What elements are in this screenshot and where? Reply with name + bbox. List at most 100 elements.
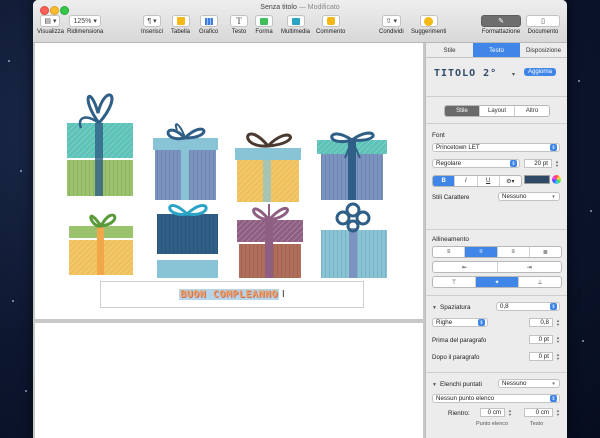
zoom-popup[interactable]: 125% ▾ Ridimensiona	[67, 15, 103, 35]
tips-button[interactable]: Suggerimenti	[411, 15, 446, 35]
typeface-value: Regolare	[436, 160, 462, 167]
font-size-field[interactable]: 20 pt	[524, 159, 552, 168]
align-top-icon[interactable]: ⊤	[433, 277, 476, 287]
align-left-icon[interactable]: ≡	[433, 247, 466, 257]
tab-text[interactable]: Testo	[473, 43, 520, 57]
text-indent-stepper[interactable]: ▲ ▼	[556, 408, 561, 417]
document-button[interactable]: ▯ Documento	[526, 15, 560, 35]
before-paragraph-field[interactable]: 0 pt	[529, 335, 553, 344]
tab-style[interactable]: Stile	[426, 43, 473, 57]
bullet-indent-stepper[interactable]: ▲ ▼	[508, 408, 513, 417]
text-subtabs-section: Stile Layout Altro	[426, 97, 567, 124]
comment-button[interactable]: Commento	[316, 15, 345, 35]
gift-box-5	[69, 213, 133, 275]
text-subtabs: Stile Layout Altro	[444, 105, 550, 117]
subtab-style[interactable]: Stile	[445, 106, 480, 116]
sidebar-icon: ▤ ▾	[40, 15, 61, 27]
align-bottom-icon[interactable]: ⊥	[519, 277, 561, 287]
bullets-value: Nessuno	[502, 380, 527, 387]
tips-label: Suggerimenti	[411, 29, 447, 35]
chevron-down-icon: ▾	[552, 193, 555, 200]
bullet-column-label: Punto elenco	[476, 421, 509, 427]
bullets-popup[interactable]: Nessuno ▾	[498, 379, 560, 388]
font-header: Font	[432, 132, 445, 139]
gift-boxes-illustration[interactable]	[65, 78, 395, 278]
next-page	[35, 323, 423, 438]
spacing-section: ▼ Spaziatura 0,8 ⇕ Righe ⇕ 0,8 ▲ ▼ Prima d…	[426, 296, 567, 373]
text-indent-field[interactable]: 0 cm	[524, 408, 553, 417]
align-middle-icon[interactable]: ✦	[476, 277, 519, 287]
font-family-popup[interactable]: Princetown LET ⇕	[432, 143, 560, 152]
subtab-more[interactable]: Altro	[515, 106, 549, 116]
align-right-icon[interactable]: ≡	[498, 247, 530, 257]
document-name: Senza titolo	[260, 4, 297, 11]
decrease-indent-icon[interactable]: ⇤	[433, 262, 498, 272]
text-color-well[interactable]	[524, 175, 550, 184]
bullet-indent-field[interactable]: 0 cm	[480, 408, 505, 417]
char-styles-label: Stili Carattere	[432, 194, 470, 201]
shape-icon	[255, 15, 273, 27]
title-text-box[interactable]: BUON COMPLEANNO I	[100, 281, 364, 308]
line-mode-popup[interactable]: Righe ⇕	[432, 318, 488, 327]
chevron-down-icon: ▾	[552, 380, 555, 387]
bullets-header[interactable]: ▼ Elenchi puntati	[432, 381, 482, 388]
table-icon	[171, 15, 190, 27]
table-button[interactable]: Tabella	[171, 15, 190, 35]
font-size-stepper[interactable]: ▲ ▼	[555, 159, 560, 168]
bold-button[interactable]: B	[433, 176, 456, 186]
shape-button[interactable]: Forma	[255, 15, 273, 35]
color-wheel-icon[interactable]	[552, 175, 561, 184]
after-paragraph-stepper[interactable]: ▲ ▼	[556, 352, 561, 361]
line-mode-value: Righe	[436, 319, 453, 326]
before-paragraph-stepper[interactable]: ▲ ▼	[556, 335, 561, 344]
font-size-value: 20 pt	[534, 160, 548, 167]
table-label: Tabella	[171, 29, 191, 35]
spacing-header[interactable]: ▼ Spaziatura	[432, 304, 471, 311]
update-style-button[interactable]: Aggiorna	[524, 68, 557, 76]
bullet-type-value: Nessun punto elenco	[436, 395, 495, 402]
bullet-type-popup[interactable]: Nessun punto elenco ⇕	[432, 394, 560, 403]
gift-box-1	[67, 93, 133, 196]
star	[578, 80, 580, 82]
chart-button[interactable]: Grafico	[199, 15, 218, 35]
gift-box-6	[157, 204, 218, 278]
format-button[interactable]: ✎ Formattazione	[481, 15, 521, 35]
align-justify-icon[interactable]: ≣	[530, 247, 561, 257]
view-button[interactable]: ▤ ▾ Visualizza	[37, 15, 64, 35]
chevron-updown-icon: ⇕	[510, 160, 517, 167]
media-label: Multimedia	[281, 29, 311, 35]
italic-button[interactable]: I	[455, 176, 478, 186]
after-paragraph-field[interactable]: 0 pt	[529, 352, 553, 361]
lightbulb-icon	[419, 15, 438, 27]
paragraph-icon: ¶ ▾	[143, 15, 161, 27]
gear-icon[interactable]: ⚙▾	[500, 176, 521, 186]
line-spacing-stepper[interactable]: ▲ ▼	[556, 318, 561, 327]
spacing-popup[interactable]: 0,8 ⇕	[496, 302, 560, 311]
line-spacing-value: 0,8	[540, 319, 549, 326]
tab-arrange[interactable]: Disposizione	[520, 43, 567, 57]
title-text[interactable]: BUON COMPLEANNO	[179, 289, 279, 300]
typeface-popup[interactable]: Regolare ⇕	[432, 159, 520, 168]
share-button[interactable]: ⇧ ▾ Condividi	[379, 15, 404, 35]
document-canvas[interactable]: BUON COMPLEANNO I	[33, 43, 425, 438]
comment-label: Commento	[316, 29, 346, 35]
paragraph-style-name[interactable]: TITOLO 2°	[434, 68, 497, 79]
chevron-updown-icon: ⇕	[478, 319, 485, 326]
chevron-down-icon[interactable]: ▾	[512, 71, 515, 78]
document-title[interactable]: Senza titolo — Modificato	[33, 4, 567, 11]
star	[25, 390, 27, 392]
char-styles-popup[interactable]: Nessuno ▾	[498, 192, 560, 201]
text-button[interactable]: T Testo	[230, 15, 248, 35]
media-button[interactable]: Multimedia	[281, 15, 310, 35]
underline-button[interactable]: U	[478, 176, 500, 186]
align-center-icon[interactable]: ≡	[465, 247, 498, 257]
chevron-updown-icon: ⇕	[550, 303, 557, 310]
insert-button[interactable]: ¶ ▾ Inserisci	[141, 15, 163, 35]
increase-indent-icon[interactable]: ⇥	[498, 262, 562, 272]
media-icon	[286, 15, 305, 27]
page: BUON COMPLEANNO I	[35, 43, 423, 319]
line-spacing-field[interactable]: 0,8	[529, 318, 553, 327]
star	[12, 300, 14, 302]
subtab-layout[interactable]: Layout	[480, 106, 515, 116]
gift-box-7	[237, 204, 303, 278]
